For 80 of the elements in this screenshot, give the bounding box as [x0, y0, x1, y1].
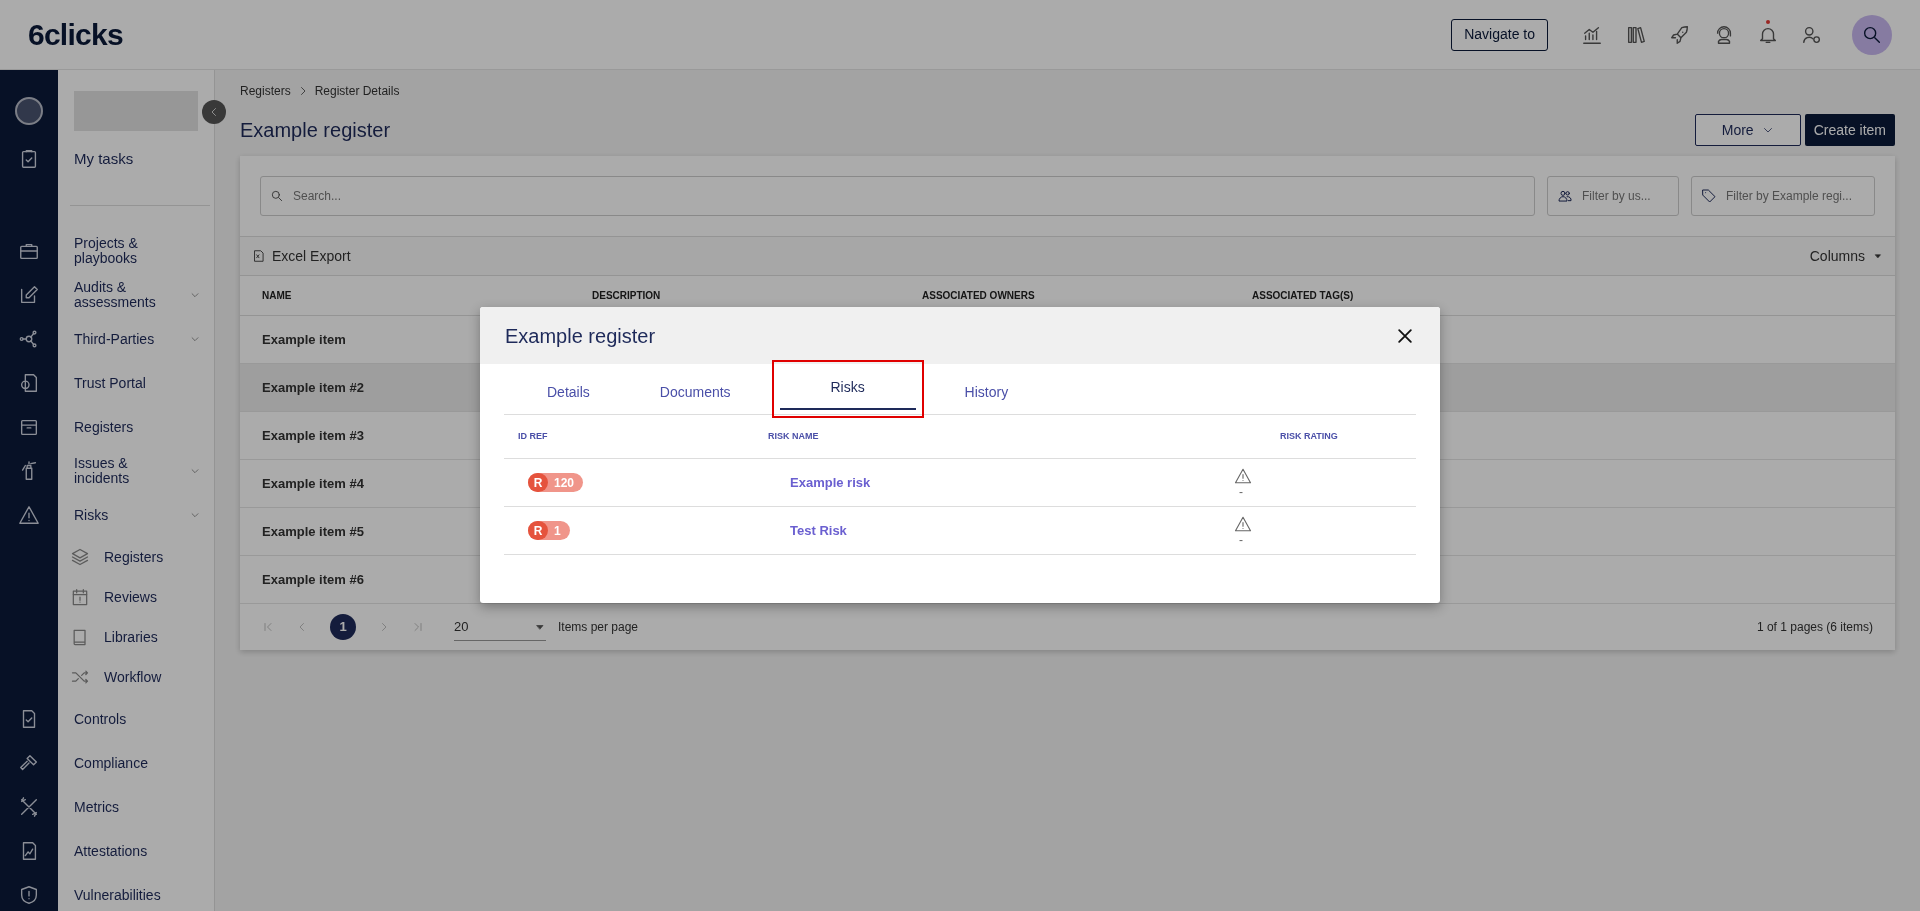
navigate-button[interactable]: Navigate to	[1451, 18, 1548, 51]
chevron-down-icon	[190, 466, 200, 476]
excel-export-button[interactable]: Excel Export	[252, 245, 351, 267]
risk-id-badge: R 1	[528, 521, 570, 540]
sidebar-subitem[interactable]: Registers	[104, 546, 164, 568]
column-header[interactable]: ASSOCIATED OWNERS	[922, 288, 1252, 303]
risk-id-badge: R 120	[528, 473, 584, 492]
column-header[interactable]: NAME	[262, 288, 592, 303]
sidebar-item[interactable]: Metrics	[74, 799, 204, 815]
sidebar-item[interactable]: Vulnerabilities	[74, 887, 204, 903]
sidebar-item[interactable]: Projects & playbooks	[74, 236, 204, 266]
item-name: Example item	[262, 330, 346, 349]
search-field[interactable]: Search...	[260, 176, 1535, 216]
sidebar-item[interactable]: My tasks	[74, 147, 134, 171]
logo[interactable]: 6clicks	[28, 12, 123, 57]
warning-icon	[1234, 466, 1252, 485]
tag-icon	[1701, 188, 1717, 204]
item-name: Example item #4	[262, 474, 364, 493]
chevron-down-icon	[190, 290, 200, 300]
page-title: Example register	[240, 118, 391, 143]
column-header[interactable]: DESCRIPTION	[592, 288, 922, 303]
chevron-down-icon	[190, 510, 200, 520]
sidebar-item[interactable]: Audits & assessments	[74, 280, 186, 310]
pagination-summary: 1 of 1 pages (6 items)	[1756, 619, 1873, 636]
collapse-sidebar-button[interactable]	[202, 100, 226, 124]
document-badge-icon	[18, 372, 40, 394]
risk-name-link[interactable]: Test Risk	[786, 520, 1146, 541]
caret-down-icon	[1873, 251, 1883, 261]
item-name: Example item #3	[262, 426, 364, 445]
page-button[interactable]: 1	[330, 614, 356, 640]
sidebar-item[interactable]: Attestations	[74, 843, 204, 859]
item-name: Example item #2	[262, 378, 364, 397]
spreadsheet-icon	[252, 249, 266, 263]
sidebar-item[interactable]: Issues & incidents	[74, 456, 186, 486]
sidebar-subitem[interactable]: Libraries	[104, 626, 158, 648]
sidebar-item[interactable]: Compliance	[74, 755, 204, 771]
filter-field[interactable]: Filter by us...	[1547, 176, 1679, 216]
layers-icon	[70, 547, 90, 567]
calendar-icon	[70, 587, 90, 607]
column-header[interactable]: RISK RATING	[1280, 429, 1416, 444]
sidebar-item[interactable]: Registers	[74, 419, 204, 435]
warning-icon	[1234, 514, 1252, 533]
search-icon	[270, 189, 284, 203]
sidebar-subitem[interactable]: Workflow	[104, 666, 162, 688]
tab[interactable]: Details	[512, 370, 625, 414]
breadcrumb-link[interactable]: Register Details	[314, 82, 400, 100]
edit-icon	[18, 284, 40, 306]
columns-button[interactable]: Columns	[1809, 245, 1883, 267]
sidebar-item[interactable]: Third-Parties	[74, 331, 186, 347]
rocket-icon	[1669, 23, 1691, 46]
items-per-page-dropdown[interactable]: 20	[454, 613, 546, 641]
tools-icon	[18, 796, 40, 818]
risk-rating: -	[1238, 484, 1243, 499]
filter-field[interactable]: Filter by Example regi...	[1691, 176, 1875, 216]
tab[interactable]: Risks	[779, 366, 916, 410]
user-avatar[interactable]	[1852, 14, 1892, 55]
breadcrumb-link[interactable]: Registers	[240, 82, 291, 100]
create-item-button[interactable]: Create item	[1804, 114, 1895, 146]
item-name: Example item #5	[262, 522, 364, 541]
items-per-page-label: Items per page	[558, 619, 639, 636]
more-button[interactable]: More	[1694, 114, 1801, 146]
warning-icon	[18, 504, 40, 526]
users-icon	[1557, 188, 1573, 204]
chevron-down-icon	[190, 334, 200, 344]
network-icon	[18, 328, 40, 350]
tab[interactable]: History	[929, 370, 1044, 414]
modal-title: Example register	[505, 323, 656, 349]
last-page-icon	[412, 621, 424, 633]
risk-name-link[interactable]: Example risk	[786, 472, 1146, 493]
column-header[interactable]: ASSOCIATED TAG(S)	[1252, 288, 1873, 303]
sidebar-item[interactable]: Trust Portal	[74, 375, 204, 391]
column-header[interactable]: ID REF	[518, 429, 768, 444]
sidebar-item[interactable]: Controls	[74, 711, 204, 727]
item-name: Example item #6	[262, 570, 364, 589]
risk-rating: -	[1238, 532, 1243, 547]
column-header[interactable]: RISK NAME	[768, 429, 1280, 444]
tab[interactable]: Documents	[624, 370, 766, 414]
shield-icon	[18, 884, 40, 906]
sidebar-subitem[interactable]: Reviews	[104, 586, 157, 608]
sidebar-item[interactable]: Risks	[74, 507, 186, 523]
